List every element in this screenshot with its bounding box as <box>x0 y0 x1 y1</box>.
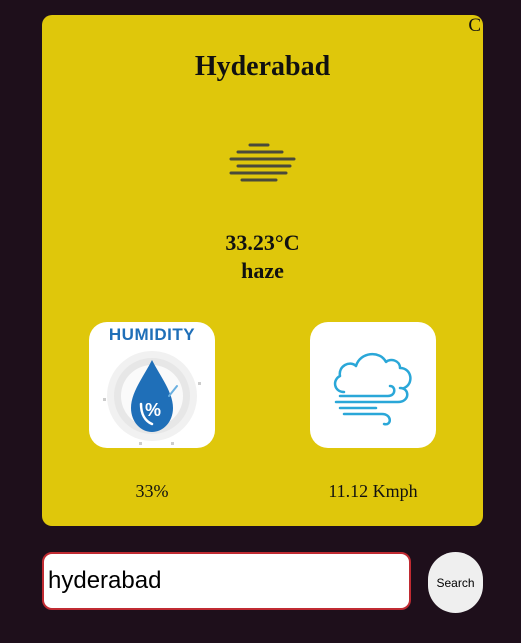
search-input[interactable] <box>42 552 411 610</box>
weather-card: C Hyderabad 33.23°C haze HUMIDITY % 33% … <box>42 15 483 526</box>
temperature: 33.23°C <box>225 230 300 255</box>
city-name: Hyderabad <box>194 51 331 82</box>
weather-description: haze <box>241 258 284 283</box>
haze-icon <box>229 143 296 182</box>
humidity-value: 33% <box>135 481 169 501</box>
humidity-icon: HUMIDITY % <box>89 322 215 448</box>
wind-speed-value: 11.12 Kmph <box>328 481 418 501</box>
water-drop-icon: % <box>103 351 201 445</box>
humidity-icon-text: HUMIDITY <box>108 325 196 344</box>
cloud-wind-icon <box>333 353 412 426</box>
weather-app: C Hyderabad 33.23°C haze HUMIDITY % 33% … <box>0 0 521 643</box>
percent-symbol: % <box>145 400 161 420</box>
wind-icon <box>310 322 436 448</box>
unit-label: C <box>468 15 481 36</box>
search-button[interactable]: Search <box>428 552 483 613</box>
